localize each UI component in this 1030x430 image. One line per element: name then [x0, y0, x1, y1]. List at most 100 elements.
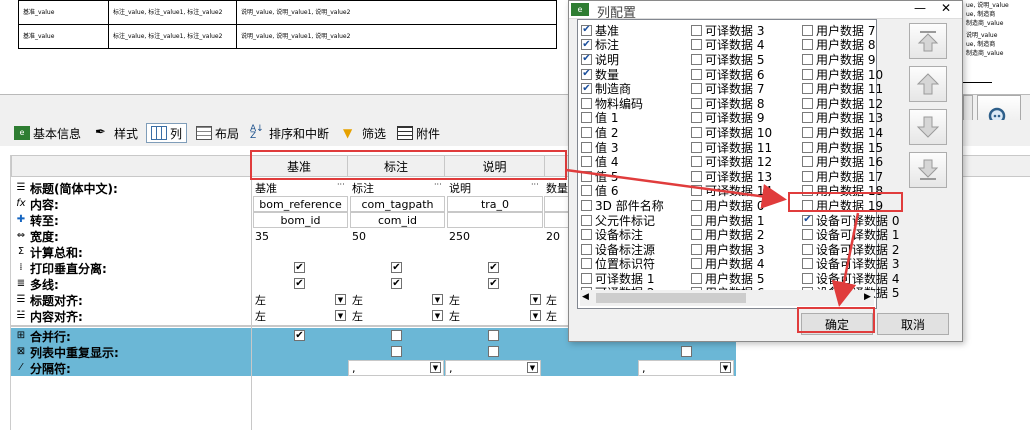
goto-cell[interactable]: [447, 212, 543, 228]
checkbox[interactable]: [691, 243, 702, 255]
column-option[interactable]: 设备可译数据 1: [802, 227, 912, 242]
checkbox-checked[interactable]: ✔: [581, 68, 592, 80]
move-down-button[interactable]: [909, 109, 947, 145]
print-separator-checkbox[interactable]: ✔: [488, 262, 499, 273]
print-separator-checkbox[interactable]: ✔: [391, 262, 402, 273]
checkbox[interactable]: [581, 170, 592, 182]
checkbox[interactable]: [691, 156, 702, 168]
content-align-select[interactable]: 左: [543, 308, 563, 324]
tab-layout[interactable]: 布局: [196, 123, 239, 143]
checkbox[interactable]: [802, 185, 813, 197]
move-up-button[interactable]: [909, 66, 947, 102]
column-option[interactable]: 可译数据 10: [691, 125, 801, 140]
multiline-checkbox[interactable]: ✔: [294, 278, 305, 289]
checkbox[interactable]: [691, 126, 702, 138]
checkbox[interactable]: [802, 243, 813, 255]
checkbox[interactable]: [581, 229, 592, 241]
checkbox[interactable]: [691, 53, 702, 65]
column-option[interactable]: 可译数据 3: [691, 23, 801, 38]
checkbox[interactable]: [802, 170, 813, 182]
repeat-display-checkbox[interactable]: [488, 346, 499, 357]
column-option[interactable]: 用户数据 17: [802, 169, 912, 184]
checkbox-checked[interactable]: ✔: [581, 24, 592, 36]
title-cell[interactable]: 基准: [252, 180, 348, 196]
content-cell[interactable]: [544, 196, 569, 212]
column-option[interactable]: 可译数据 14: [691, 184, 801, 198]
checkbox[interactable]: [581, 97, 592, 109]
column-option[interactable]: 用户数据 2: [691, 227, 801, 242]
dropdown-arrow-icon[interactable]: ▼: [335, 294, 346, 305]
checkbox[interactable]: [691, 170, 702, 182]
tab-basic-info[interactable]: e 基本信息: [14, 123, 81, 143]
checkbox[interactable]: [802, 141, 813, 153]
merge-rows-checkbox[interactable]: [681, 346, 692, 357]
column-option[interactable]: 值 1: [581, 111, 691, 125]
checkbox[interactable]: [802, 156, 813, 168]
content-cell[interactable]: bom_reference: [253, 196, 348, 212]
checkbox[interactable]: [691, 199, 702, 211]
dropdown-arrow-icon[interactable]: ▼: [432, 294, 443, 305]
checkbox[interactable]: [581, 214, 592, 226]
column-option[interactable]: 值 5: [581, 169, 691, 184]
checkbox[interactable]: [802, 97, 813, 109]
content-align-select[interactable]: 左: [349, 308, 439, 324]
column-option[interactable]: 用户数据 7: [802, 23, 912, 38]
checkbox[interactable]: [802, 53, 813, 65]
column-option[interactable]: ✔ 基准: [581, 23, 691, 38]
merge-rows-checkbox[interactable]: ✔: [294, 330, 305, 341]
column-option[interactable]: 值 2: [581, 125, 691, 140]
dropdown-arrow-icon[interactable]: ▼: [530, 310, 541, 321]
column-option[interactable]: 可译数据 6: [691, 67, 801, 82]
content-align-select[interactable]: 左: [446, 308, 536, 324]
column-option[interactable]: 设备标注源: [581, 242, 691, 257]
merge-rows-checkbox[interactable]: [488, 330, 499, 341]
column-option[interactable]: 用户数据 12: [802, 96, 912, 111]
title-align-select[interactable]: 左: [349, 292, 439, 308]
dropdown-arrow-icon[interactable]: ▼: [530, 294, 541, 305]
scroll-left-icon[interactable]: ◀: [582, 292, 589, 302]
ellipsis-icon[interactable]: ···: [434, 180, 442, 189]
column-option[interactable]: 可译数据 13: [691, 169, 801, 184]
tab-filter[interactable]: ▼ 筛选: [343, 123, 386, 143]
repeat-display-checkbox[interactable]: [391, 346, 402, 357]
column-option[interactable]: 用户数据 4: [691, 257, 801, 271]
checkbox[interactable]: [802, 39, 813, 51]
checkbox[interactable]: [802, 272, 813, 284]
column-option[interactable]: 可译数据 4: [691, 38, 801, 52]
move-top-button[interactable]: [909, 23, 947, 59]
checkbox[interactable]: [802, 229, 813, 241]
checkbox[interactable]: [581, 156, 592, 168]
column-option[interactable]: 3D 部件名称: [581, 198, 691, 213]
dropdown-arrow-icon[interactable]: ▼: [432, 310, 443, 321]
column-option[interactable]: 用户数据 16: [802, 154, 912, 169]
checkbox[interactable]: [691, 272, 702, 284]
title-cell[interactable]: 标注: [349, 180, 445, 196]
checkbox[interactable]: [691, 214, 702, 226]
multiline-checkbox[interactable]: ✔: [488, 278, 499, 289]
checkbox[interactable]: [581, 141, 592, 153]
dropdown-arrow-icon[interactable]: ▼: [335, 310, 346, 321]
checkbox[interactable]: [691, 68, 702, 80]
checkbox[interactable]: [802, 83, 813, 95]
width-cell[interactable]: 35: [252, 228, 348, 244]
column-option[interactable]: 值 3: [581, 140, 691, 155]
checkbox[interactable]: [802, 126, 813, 138]
column-option[interactable]: 用户数据 1: [691, 213, 801, 228]
checkbox[interactable]: [581, 199, 592, 211]
close-icon[interactable]: ✕: [941, 1, 951, 15]
column-option[interactable]: 设备可译数据 4: [802, 271, 912, 286]
column-option[interactable]: ✔ 标注: [581, 38, 691, 52]
column-option[interactable]: 用户数据 11: [802, 81, 912, 96]
ellipsis-icon[interactable]: ···: [337, 180, 345, 189]
column-header-base[interactable]: 基准: [251, 155, 348, 177]
dropdown-arrow-icon[interactable]: ▼: [720, 362, 731, 373]
checkbox[interactable]: [691, 24, 702, 36]
checkbox-checked[interactable]: ✔: [581, 83, 592, 95]
dropdown-arrow-icon[interactable]: ▼: [527, 362, 538, 373]
column-option[interactable]: 可译数据 12: [691, 154, 801, 169]
column-option[interactable]: 用户数据 14: [802, 125, 912, 140]
checkbox[interactable]: [691, 97, 702, 109]
multiline-checkbox[interactable]: ✔: [391, 278, 402, 289]
merge-rows-checkbox[interactable]: [391, 330, 402, 341]
horizontal-scrollbar[interactable]: ◀ ▶: [580, 290, 874, 306]
